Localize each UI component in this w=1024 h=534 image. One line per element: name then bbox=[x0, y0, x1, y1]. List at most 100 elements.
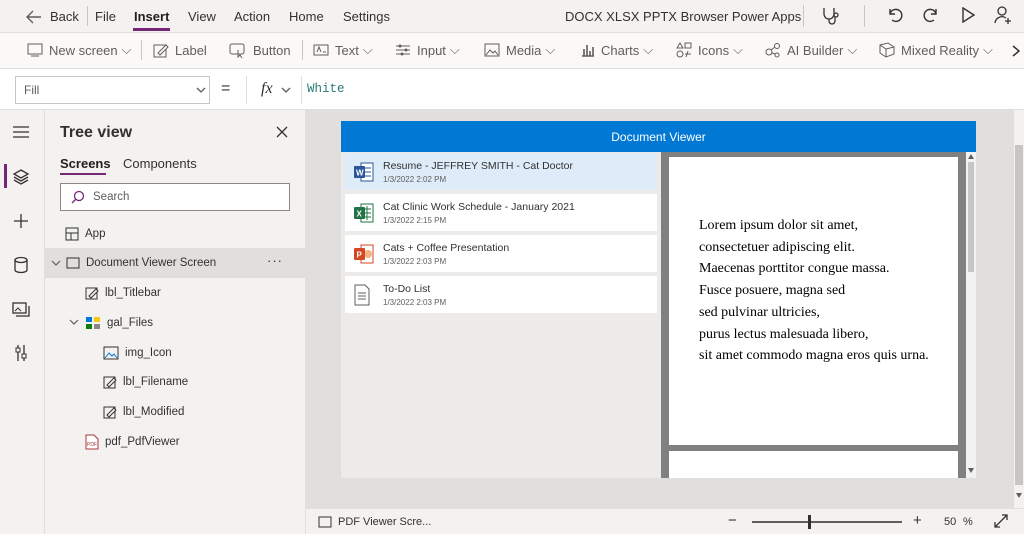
chevron-down-icon: ⌵ bbox=[983, 42, 993, 57]
ribbon-label: Icons bbox=[698, 42, 730, 58]
tab-screens[interactable]: Screens bbox=[60, 156, 111, 171]
file-item[interactable]: To-Do List 1/3/2022 2:03 PM bbox=[345, 276, 657, 313]
button-button[interactable]: Button bbox=[229, 33, 291, 67]
tree-node-lbl-titlebar[interactable]: lbl_Titlebar bbox=[85, 282, 161, 304]
new-screen-button[interactable]: New screen ⌵ bbox=[27, 33, 132, 67]
menu-action[interactable]: Action bbox=[234, 9, 270, 24]
input-button[interactable]: Input ⌵ bbox=[395, 33, 460, 67]
menu-view[interactable]: View bbox=[188, 9, 216, 24]
menu-file[interactable]: File bbox=[95, 9, 116, 24]
tree-view-panel: Tree view Screens Components Search App … bbox=[45, 110, 306, 534]
scroll-up-icon[interactable] bbox=[968, 154, 974, 159]
pdf-scroll-thumb[interactable] bbox=[968, 162, 974, 272]
word-icon: W bbox=[353, 162, 383, 182]
close-icon[interactable] bbox=[276, 126, 288, 138]
canvas-scrollbar[interactable] bbox=[1014, 110, 1024, 508]
zoom-out-button[interactable]: − bbox=[728, 512, 737, 529]
icons-button[interactable]: Icons ⌵ bbox=[676, 33, 743, 67]
equals-sign: = bbox=[221, 80, 231, 97]
chevron-down-icon[interactable] bbox=[69, 319, 79, 325]
media-icon bbox=[484, 43, 500, 57]
ai-builder-button[interactable]: AI Builder ⌵ bbox=[765, 33, 857, 67]
file-modified: 1/3/2022 2:03 PM bbox=[383, 256, 447, 266]
layers-icon[interactable] bbox=[12, 168, 30, 186]
stethoscope-icon[interactable] bbox=[821, 6, 841, 26]
file-name: Resume - JEFFREY SMITH - Cat Doctor bbox=[383, 159, 574, 172]
button-icon bbox=[229, 43, 245, 58]
mixed-reality-button[interactable]: Mixed Reality ⌵ bbox=[879, 33, 993, 67]
svg-text:W: W bbox=[356, 168, 364, 177]
left-rail bbox=[0, 110, 45, 534]
icons-icon bbox=[676, 42, 692, 58]
powerpoint-icon: P bbox=[353, 244, 383, 264]
chart-icon bbox=[582, 45, 594, 57]
menu-insert[interactable]: Insert bbox=[134, 9, 169, 24]
canvas-scroll-thumb[interactable] bbox=[1015, 145, 1023, 485]
tools-icon[interactable] bbox=[12, 344, 30, 362]
redo-icon[interactable] bbox=[922, 6, 940, 24]
fit-to-window-icon[interactable] bbox=[994, 514, 1008, 528]
files-gallery[interactable]: W Resume - JEFFREY SMITH - Cat Doctor 1/… bbox=[341, 152, 661, 478]
input-icon bbox=[396, 44, 410, 56]
more-options-icon[interactable]: ··· bbox=[267, 253, 283, 268]
media-button[interactable]: Media ⌵ bbox=[484, 33, 555, 67]
database-icon[interactable] bbox=[12, 256, 30, 274]
menu-home[interactable]: Home bbox=[289, 9, 324, 24]
file-item[interactable]: P Cats + Coffee Presentation 1/3/2022 2:… bbox=[345, 235, 657, 272]
tree-node-lbl-modified[interactable]: lbl_Modified bbox=[103, 401, 184, 423]
formula-input[interactable]: White bbox=[307, 82, 345, 96]
fx-button[interactable]: fx bbox=[246, 76, 302, 104]
svg-text:PDF: PDF bbox=[87, 442, 97, 448]
label-button[interactable]: Label bbox=[153, 33, 207, 67]
text-button[interactable]: Text ⌵ bbox=[313, 33, 373, 67]
label-edit-icon bbox=[103, 406, 117, 419]
property-dropdown[interactable]: Fill bbox=[15, 76, 210, 104]
search-box[interactable]: Search bbox=[60, 183, 290, 211]
zoom-thumb[interactable] bbox=[808, 515, 811, 529]
pdf-text-block: Lorem ipsum dolor sit amet, consectetuer… bbox=[699, 215, 929, 367]
screen-icon bbox=[66, 257, 80, 269]
pdf-scrollbar[interactable] bbox=[966, 152, 976, 478]
status-bar: PDF Viewer Scre... − + 50 % bbox=[306, 508, 1024, 534]
play-icon[interactable] bbox=[960, 7, 976, 23]
menu-settings[interactable]: Settings bbox=[343, 9, 390, 24]
active-rail-indicator bbox=[4, 164, 7, 188]
file-item[interactable]: X Cat Clinic Work Schedule - January 202… bbox=[345, 194, 657, 231]
scroll-down-icon[interactable] bbox=[968, 468, 974, 473]
tree-node-gal-files[interactable]: gal_Files bbox=[85, 312, 153, 334]
app-screen[interactable]: Document Viewer W Resume - JEFFREY SMITH… bbox=[341, 121, 976, 478]
tree-node-label: img_Icon bbox=[125, 347, 172, 359]
ribbon-label: Text bbox=[335, 42, 359, 58]
label-edit-icon bbox=[85, 287, 99, 300]
scroll-down-icon[interactable] bbox=[1016, 493, 1022, 498]
media-library-icon[interactable] bbox=[12, 300, 30, 318]
zoom-value[interactable]: 50 bbox=[944, 516, 956, 528]
chevron-down-icon: ⌵ bbox=[733, 42, 743, 57]
back-arrow-icon[interactable] bbox=[26, 10, 42, 24]
chevron-right-icon[interactable] bbox=[1012, 45, 1020, 57]
charts-button[interactable]: Charts ⌵ bbox=[581, 33, 653, 67]
user-add-icon[interactable] bbox=[993, 5, 1013, 25]
pdf-viewer[interactable]: Lorem ipsum dolor sit amet, consectetuer… bbox=[661, 152, 976, 478]
divider bbox=[302, 40, 303, 60]
file-modified: 1/3/2022 2:03 PM bbox=[383, 297, 447, 307]
back-button[interactable]: Back bbox=[50, 9, 79, 24]
tree-node-pdf-viewer[interactable]: PDF pdf_PdfViewer bbox=[85, 431, 180, 453]
plus-icon[interactable] bbox=[12, 212, 30, 230]
tree-node-screen[interactable]: Document Viewer Screen bbox=[66, 252, 216, 274]
current-screen-label[interactable]: PDF Viewer Scre... bbox=[338, 516, 431, 528]
zoom-in-button[interactable]: + bbox=[913, 512, 922, 529]
search-placeholder: Search bbox=[93, 191, 130, 203]
tree-node-lbl-filename[interactable]: lbl_Filename bbox=[103, 371, 188, 393]
gallery-icon bbox=[86, 317, 100, 329]
tree-node-app[interactable]: App bbox=[65, 223, 105, 245]
file-item[interactable]: W Resume - JEFFREY SMITH - Cat Doctor 1/… bbox=[345, 153, 657, 190]
tree-node-img-icon[interactable]: img_Icon bbox=[103, 342, 172, 364]
tab-components[interactable]: Components bbox=[123, 156, 197, 171]
undo-icon[interactable] bbox=[886, 6, 904, 24]
zoom-slider[interactable] bbox=[752, 515, 902, 529]
hamburger-icon[interactable] bbox=[12, 125, 30, 139]
svg-text:P: P bbox=[357, 250, 363, 259]
chevron-down-icon[interactable] bbox=[51, 260, 61, 266]
ribbon-label: Charts bbox=[601, 42, 640, 58]
